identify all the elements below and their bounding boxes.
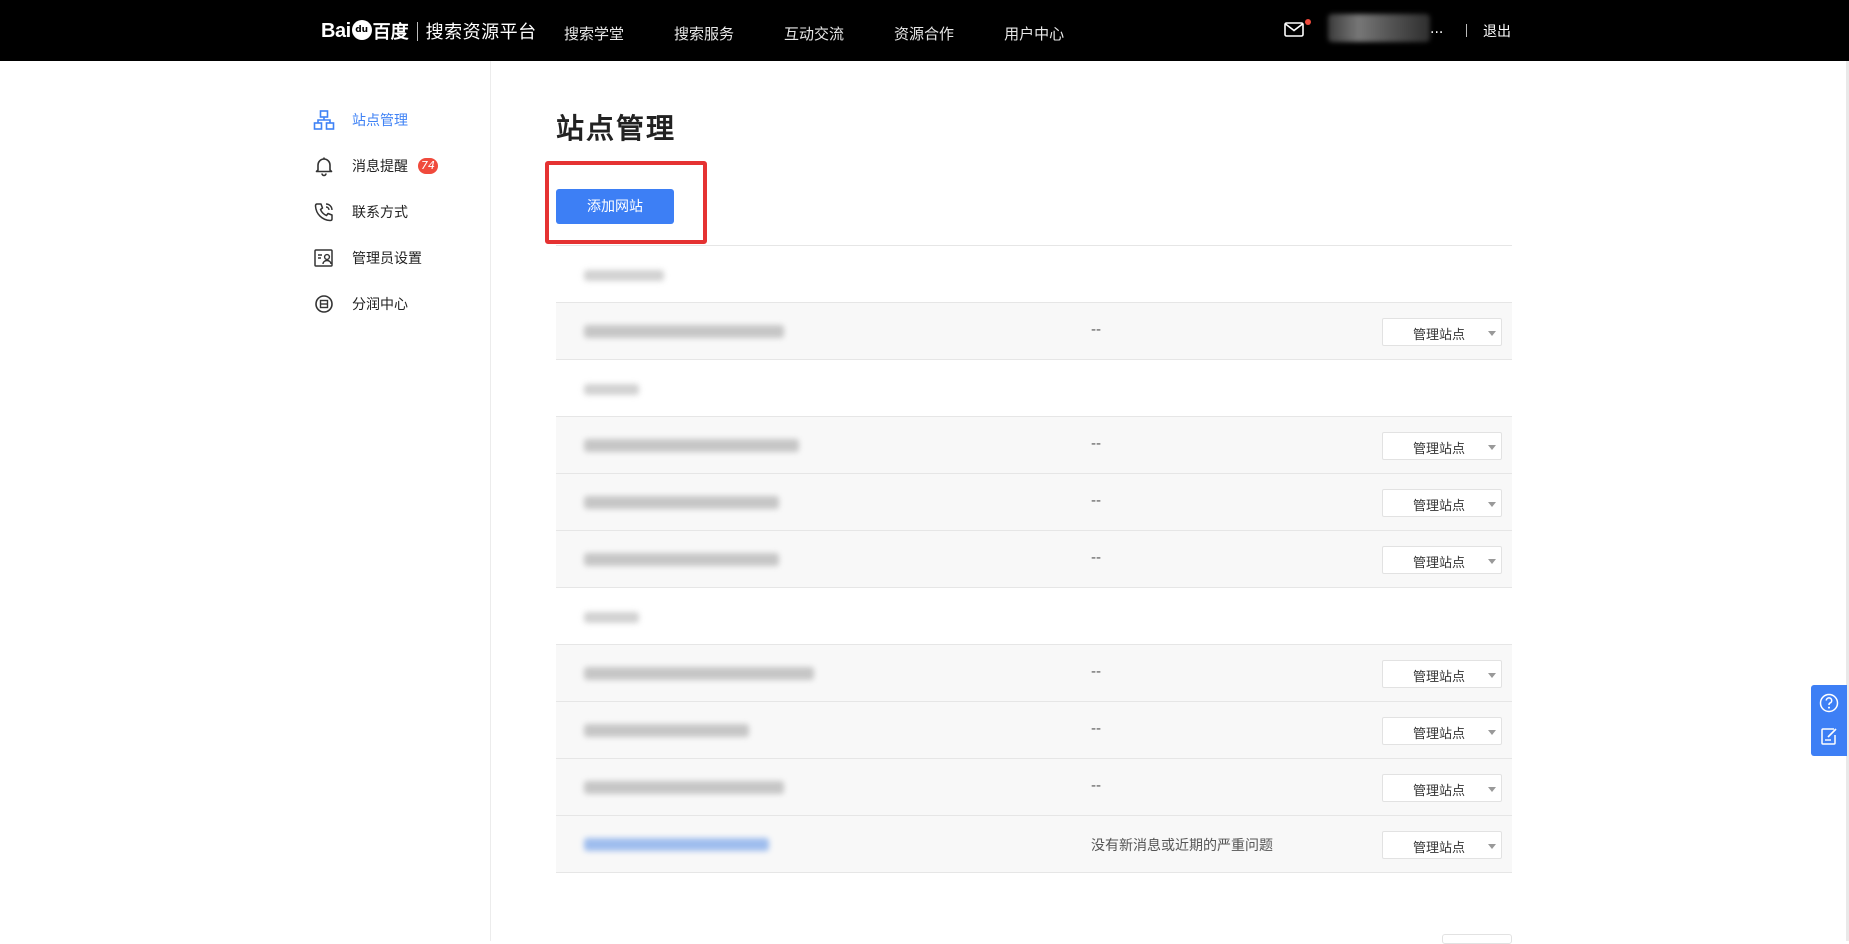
chevron-down-icon (1488, 787, 1496, 792)
site-url-redacted (584, 553, 779, 566)
chevron-down-icon (1488, 673, 1496, 678)
manage-site-dropdown[interactable]: 管理站点 (1382, 318, 1502, 346)
avatar[interactable] (1328, 14, 1430, 42)
sidebar-item-label: 站点管理 (352, 113, 408, 129)
nav-item-cooperation[interactable]: 资源合作 (894, 0, 954, 61)
group-name-redacted (584, 270, 664, 281)
manage-site-label: 管理站点 (1413, 784, 1466, 799)
help-icon[interactable] (1819, 693, 1839, 713)
nav-item-community[interactable]: 互动交流 (784, 0, 844, 61)
revenue-icon (315, 295, 333, 313)
group-name-redacted (584, 384, 639, 395)
chevron-down-icon (1488, 730, 1496, 735)
table-row[interactable]: -- 管理站点 (556, 702, 1512, 759)
manage-site-label: 管理站点 (1413, 841, 1466, 856)
manage-site-label: 管理站点 (1413, 556, 1466, 571)
site-url-redacted (584, 667, 814, 680)
site-status: -- (1091, 721, 1102, 737)
group-header-row (556, 588, 1512, 645)
manage-site-dropdown[interactable]: 管理站点 (1382, 432, 1502, 460)
sidebar-item-label: 联系方式 (352, 205, 408, 221)
group-header-row (556, 360, 1512, 417)
site-url-redacted (584, 496, 779, 509)
sidebar: 站点管理 消息提醒 74 联系方式 管理员设置 分润中心 (0, 61, 491, 941)
logo-bai-text: Bai (321, 19, 351, 42)
chevron-down-icon (1488, 844, 1496, 849)
site-url-redacted (584, 325, 784, 338)
admin-card-icon (314, 249, 333, 267)
manage-site-label: 管理站点 (1413, 499, 1466, 514)
nav-item-services[interactable]: 搜索服务 (674, 0, 734, 61)
site-url-redacted[interactable] (584, 838, 769, 851)
chevron-down-icon (1488, 331, 1496, 336)
site-url-redacted (584, 439, 799, 452)
sidebar-item-label: 消息提醒 (352, 159, 408, 175)
site-list: -- 管理站点 -- 管理站点 -- 管理站点 -- 管理站点 -- 管理站点 -- 管理站点 -- 管理… (556, 245, 1512, 873)
pagination[interactable] (1442, 934, 1512, 944)
nav-item-academy[interactable]: 搜索学堂 (564, 0, 624, 61)
main-nav: 搜索学堂 搜索服务 互动交流 资源合作 用户中心 (564, 0, 1114, 61)
sidebar-item-revenue-center[interactable]: 分润中心 (313, 292, 408, 316)
site-status: -- (1091, 664, 1102, 680)
group-header-row (556, 246, 1512, 303)
site-status: -- (1091, 493, 1102, 509)
logo-divider (416, 21, 418, 41)
chevron-down-icon (1488, 445, 1496, 450)
manage-site-dropdown[interactable]: 管理站点 (1382, 774, 1502, 802)
manage-site-dropdown[interactable]: 管理站点 (1382, 660, 1502, 688)
table-row[interactable]: -- 管理站点 (556, 303, 1512, 360)
manage-site-label: 管理站点 (1413, 328, 1466, 343)
baidu-logo[interactable]: Bai du 百度 搜索资源平台 (321, 16, 537, 46)
phone-icon (314, 203, 333, 222)
site-status: -- (1091, 550, 1102, 566)
manage-site-dropdown[interactable]: 管理站点 (1382, 546, 1502, 574)
notification-count-badge: 74 (418, 158, 438, 174)
manage-site-dropdown[interactable]: 管理站点 (1382, 831, 1502, 859)
floating-toolbar (1811, 685, 1847, 756)
logo-paw-mark: du (351, 20, 372, 40)
unread-dot (1305, 19, 1311, 25)
table-row[interactable]: 没有新消息或近期的严重问题 管理站点 (556, 816, 1512, 873)
header-divider (1466, 24, 1467, 37)
user-name[interactable]: ... (1430, 21, 1443, 37)
table-row[interactable]: -- 管理站点 (556, 531, 1512, 588)
feedback-icon[interactable] (1819, 726, 1839, 746)
sidebar-item-site-management[interactable]: 站点管理 (313, 108, 408, 132)
table-row[interactable]: -- 管理站点 (556, 417, 1512, 474)
manage-site-dropdown[interactable]: 管理站点 (1382, 717, 1502, 745)
top-nav-bar: Bai du 百度 搜索资源平台 搜索学堂 搜索服务 互动交流 资源合作 用户中… (0, 0, 1849, 61)
chevron-down-icon (1488, 559, 1496, 564)
table-row[interactable]: -- 管理站点 (556, 759, 1512, 816)
sidebar-item-notifications[interactable]: 消息提醒 74 (313, 154, 438, 178)
site-status: -- (1091, 436, 1102, 452)
sidebar-item-contact[interactable]: 联系方式 (313, 200, 408, 224)
logo-baidu-text: 百度 (372, 22, 409, 43)
table-row[interactable]: -- 管理站点 (556, 474, 1512, 531)
manage-site-label: 管理站点 (1413, 442, 1466, 457)
nav-item-user-center[interactable]: 用户中心 (1004, 0, 1064, 61)
add-website-button[interactable]: 添加网站 (556, 189, 674, 224)
sidebar-item-admin-settings[interactable]: 管理员设置 (313, 246, 422, 270)
manage-site-dropdown[interactable]: 管理站点 (1382, 489, 1502, 517)
site-status: 没有新消息或近期的严重问题 (1091, 838, 1273, 854)
manage-site-label: 管理站点 (1413, 727, 1466, 742)
site-url-redacted (584, 724, 749, 737)
logout-link[interactable]: 退出 (1483, 21, 1511, 41)
mail-icon[interactable] (1284, 22, 1304, 37)
site-status: -- (1091, 778, 1102, 794)
sidebar-item-label: 分润中心 (352, 297, 408, 313)
sitemap-icon (313, 110, 335, 130)
bell-icon (315, 157, 333, 177)
product-name: 搜索资源平台 (425, 22, 537, 43)
site-url-redacted (584, 781, 784, 794)
sidebar-item-label: 管理员设置 (352, 251, 422, 267)
table-row[interactable]: -- 管理站点 (556, 645, 1512, 702)
page-title: 站点管理 (556, 112, 677, 145)
chevron-down-icon (1488, 502, 1496, 507)
manage-site-label: 管理站点 (1413, 670, 1466, 685)
group-name-redacted (584, 612, 639, 623)
site-status: -- (1091, 322, 1102, 338)
